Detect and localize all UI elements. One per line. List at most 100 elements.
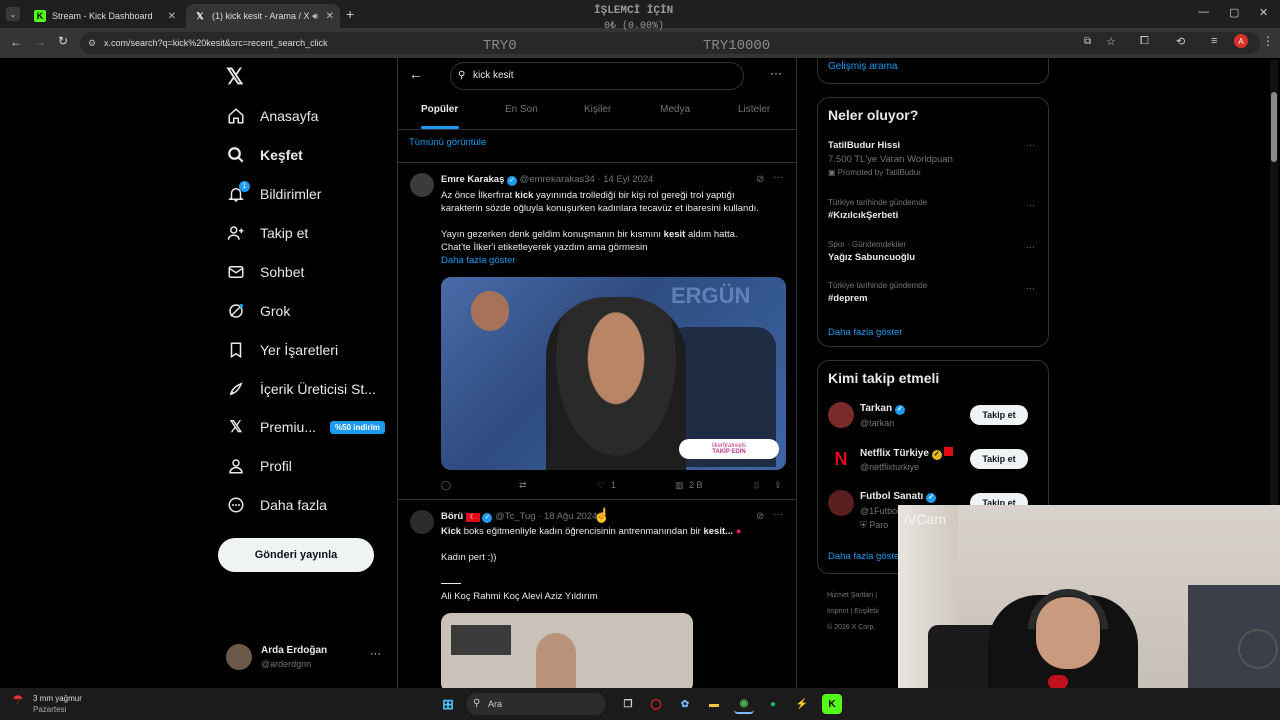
follow-suggestion[interactable]: N Netflix Türkiye ✓ @netflixturkiye Taki… [828,445,1048,475]
install-app-icon[interactable]: ⧉ [1084,36,1091,47]
show-more-trends-link[interactable]: Daha fazla göster [828,327,902,338]
trend-item[interactable]: Spor · Gündemdekiler Yağız Sabuncuoğlu ·… [828,240,1038,263]
file-explorer-icon[interactable]: ▬ [704,694,724,714]
new-tab-icon[interactable]: + [346,6,354,22]
trend-item[interactable]: Türkiye tarihinde gündemde #KızılcıkŞerb… [828,198,1038,221]
footer-link[interactable]: Imprint [827,608,848,615]
follow-button[interactable]: Takip et [970,449,1028,469]
retweet-icon[interactable]: ⇄ [519,480,527,491]
show-more-follow-link[interactable]: Daha fazla göster [828,551,902,562]
kick-app-icon[interactable]: K [822,694,842,714]
views-icon[interactable]: ▥ [675,480,684,491]
share-icon[interactable]: ⇪ [774,480,782,491]
tweet-date[interactable]: 18 Ağu 2024 [544,511,597,522]
back-arrow-icon[interactable]: ← [409,66,423,82]
bookmark-icon[interactable]: ⌷ [754,480,759,491]
tweet[interactable]: Emre Karakaş ✓ @emrekarakas34 · 14 Eyl 2… [398,163,796,499]
tweet[interactable]: Börü ☾ ✓ @Tc_Tug · 18 Ağu 2024 ⊘ ··· Kic… [398,500,796,688]
tweet-handle[interactable]: @emrekarakas34 [520,174,595,185]
tweet-media-video[interactable]: ERGÜN ilkerfiratreels TAKİP EDİN [441,277,786,470]
search-input[interactable]: ⚲ kick kesit [450,62,744,90]
app-icon[interactable]: ⚡ [792,694,812,714]
opera-icon[interactable]: ◯ [646,694,666,714]
grok-icon[interactable]: ⊘ [756,511,764,522]
tab-x-search[interactable]: 𝕏 (1) kick kesit - Arama / X 🔊︎ ✕ [186,4,340,28]
history-icon[interactable]: ⟲ [1176,35,1185,48]
reload-icon[interactable]: ↻ [58,34,68,48]
trend-more-icon[interactable]: ··· [1026,283,1035,293]
suggestion-sub: ⛨ Paro [860,520,889,530]
verified-icon: ✓ [926,493,937,503]
tab-people[interactable]: Kişiler [584,104,611,115]
tweet-handle[interactable]: @Tc_Tug [495,511,535,522]
copilot-icon[interactable]: ✿ [675,694,695,714]
nav-item-messages[interactable]: Sohbet [226,257,304,287]
tweet-author-name[interactable]: Emre Karakaş [441,174,504,185]
nav-item-explore[interactable]: Keşfet [226,140,303,170]
nav-item-bookmarks[interactable]: Yer İşaretleri [226,335,338,365]
profile-avatar-icon[interactable]: A [1234,34,1248,48]
follow-button[interactable]: Takip et [970,405,1028,425]
trend-item[interactable]: Türkiye tarihinde gündemde #deprem ··· [828,281,1038,304]
search-options-icon[interactable]: ··· [770,66,782,80]
nav-item-home[interactable]: Anasayfa [226,101,318,131]
speaker-icon[interactable]: 🔊︎ [312,11,318,22]
tweet-media-video[interactable] [441,613,693,688]
nav-item-creator-studio[interactable]: İçerik Üreticisi St... [226,374,376,404]
minimize-icon[interactable]: — [1198,6,1209,18]
nav-item-grok[interactable]: Grok [226,296,290,326]
close-tab-icon[interactable]: ✕ [326,11,334,22]
browser-menu-icon[interactable]: ⋮ [1262,34,1274,48]
advanced-search-link[interactable]: Gelişmiş arama [828,61,897,72]
nav-item-notifications[interactable]: 1 Bildirimler [226,179,321,209]
forward-icon[interactable]: → [34,35,46,49]
reply-icon[interactable]: ◯ [441,480,451,491]
nav-item-follow[interactable]: Takip et [226,218,308,248]
nav-item-premium[interactable]: 𝕏 Premiu... %50 indirim [226,412,385,442]
close-tab-icon[interactable]: ✕ [168,11,176,22]
tab-media[interactable]: Medya [660,104,690,115]
task-view-icon[interactable]: ❐ [618,694,638,714]
tab-lists[interactable]: Listeler [738,104,770,115]
follow-suggestion[interactable]: Tarkan ✓ @tarkan Takip et [828,401,1048,431]
trend-item[interactable]: TatilBudur Hissi 7.500 TL'ye Varan World… [828,140,1038,177]
like-icon[interactable]: ♡ [597,480,605,491]
account-more-icon[interactable]: ··· [370,648,381,660]
tab-list-chevron-icon[interactable]: ⌄ [6,7,20,21]
tweet-date[interactable]: 14 Eyl 2024 [603,174,653,185]
tweet-more-icon[interactable]: ··· [773,172,783,183]
weather-text[interactable]: 3 mm yağmur [33,694,82,703]
media-control-icon[interactable]: ≡ [1211,35,1217,47]
trend-more-icon[interactable]: ··· [1026,242,1035,252]
taskbar-search[interactable]: ⚲ Ara [466,693,606,715]
tweet-more-icon[interactable]: ··· [773,509,783,520]
show-more-link[interactable]: Daha fazla göster [441,254,791,267]
scrollbar-thumb[interactable] [1271,92,1277,162]
start-button-icon[interactable]: ⊞ [438,694,458,714]
tab-kick-dashboard[interactable]: K Stream - Kick Dashboard ✕ [26,4,182,28]
bookmark-star-icon[interactable]: ☆ [1106,35,1116,48]
footer-link[interactable]: Hizmet Şartları [827,592,873,599]
see-all-link[interactable]: Tümünü görüntüle [409,137,486,148]
grok-icon[interactable]: ⊘ [756,174,764,185]
account-switcher[interactable]: Arda Erdoğan @arderdgnn ··· [226,644,386,674]
nav-item-more[interactable]: Daha fazla [226,490,327,520]
chrome-icon[interactable]: ◉ [734,694,754,714]
spotify-icon[interactable]: ● [763,694,783,714]
tweet-author-name[interactable]: Börü [441,511,463,522]
weather-icon[interactable]: ☂ [12,692,24,708]
nav-item-profile[interactable]: Profil [226,451,292,481]
url-bar[interactable]: ⚙ x.com/search?q=kick%20kesit&src=recent… [80,32,1260,54]
trend-more-icon[interactable]: ··· [1026,140,1035,150]
back-icon[interactable]: ← [10,35,22,49]
trend-more-icon[interactable]: ··· [1026,200,1035,210]
close-window-icon[interactable]: ✕ [1259,6,1268,19]
maximize-icon[interactable]: ▢ [1229,6,1239,19]
tab-popular[interactable]: Popüler [421,104,458,115]
site-info-icon[interactable]: ⚙ [88,32,96,54]
x-logo-icon[interactable]: 𝕏 [226,64,244,90]
footer-link[interactable]: Erişilebi [854,608,879,615]
extensions-icon[interactable]: ⧠ [1140,35,1149,48]
post-button[interactable]: Gönderi yayınla [218,538,374,572]
tab-latest[interactable]: En Son [505,104,538,115]
